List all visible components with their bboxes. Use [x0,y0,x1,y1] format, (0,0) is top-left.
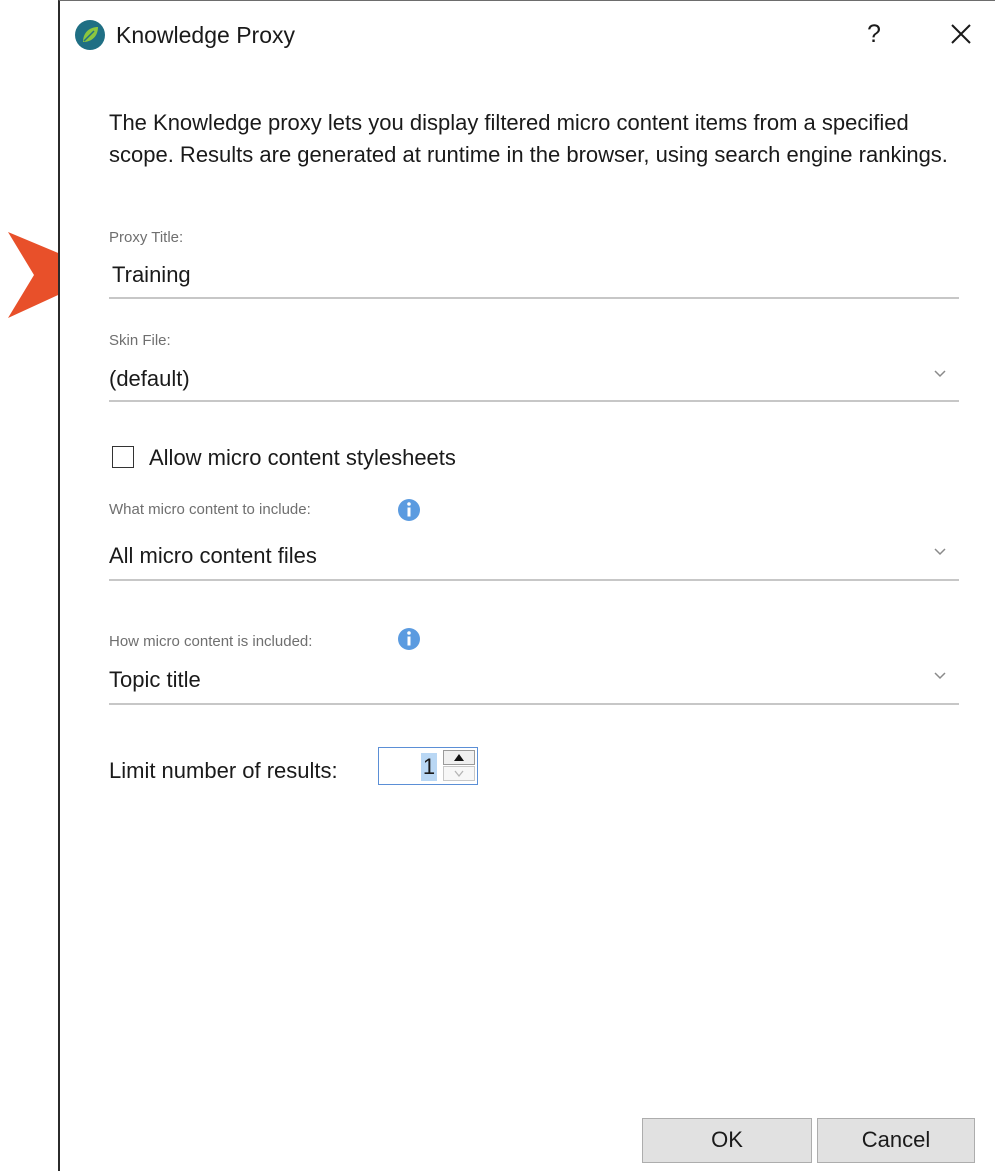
chevron-down-icon[interactable] [933,369,947,379]
what-include-select[interactable]: All micro content files [109,543,317,569]
title-bar: Knowledge Proxy ? [60,1,995,71]
knowledge-proxy-dialog: Knowledge Proxy ? The Knowledge proxy le… [58,0,995,1171]
chevron-down-icon [454,770,464,778]
limit-results-label: Limit number of results: [109,758,338,783]
proxy-title-input[interactable]: Training [112,262,191,288]
triangle-up-icon [454,754,464,761]
close-icon[interactable] [944,17,978,51]
ok-button[interactable]: OK [642,1118,812,1163]
what-include-underline [109,579,959,581]
dialog-description: The Knowledge proxy lets you display fil… [109,110,948,167]
info-icon[interactable] [397,627,421,651]
skin-file-label: Skin File: [109,332,171,349]
allow-stylesheets-label[interactable]: Allow micro content stylesheets [149,445,456,471]
chevron-down-icon[interactable] [933,547,947,557]
spin-up-button[interactable] [443,750,475,765]
limit-results-value[interactable]: 1 [421,753,437,781]
chevron-down-icon[interactable] [933,671,947,681]
info-icon[interactable] [397,498,421,522]
how-include-label: How micro content is included: [109,633,313,650]
spin-down-button[interactable] [443,766,475,781]
leaf-logo-icon [75,20,105,50]
cancel-button[interactable]: Cancel [817,1118,975,1163]
proxy-title-underline [109,297,959,299]
how-include-underline [109,703,959,705]
how-include-select[interactable]: Topic title [109,667,201,693]
skin-file-select[interactable]: (default) [109,366,190,392]
what-include-label: What micro content to include: [109,501,311,518]
allow-stylesheets-checkbox[interactable] [112,446,134,468]
skin-file-underline [109,400,959,402]
window-title: Knowledge Proxy [116,22,295,48]
limit-results-stepper[interactable]: 1 [378,747,478,785]
proxy-title-label: Proxy Title: [109,229,184,246]
help-button[interactable]: ? [859,17,889,51]
